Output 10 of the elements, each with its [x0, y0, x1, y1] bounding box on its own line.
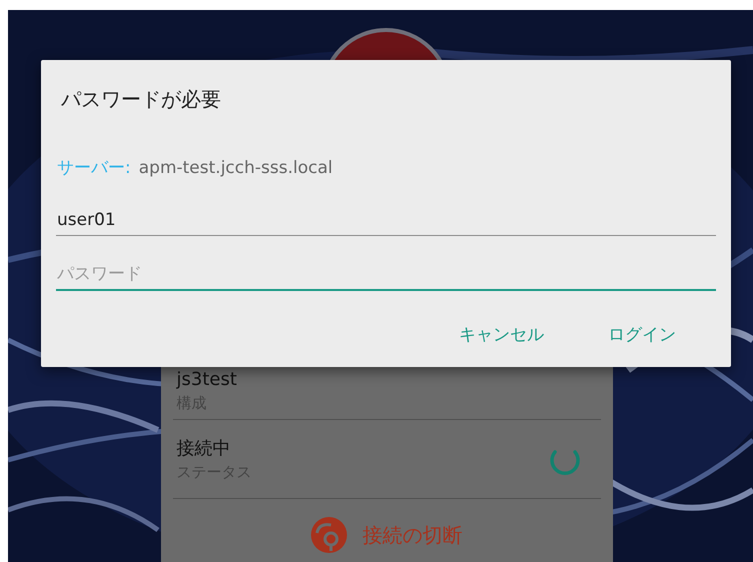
dialog-button[interactable]: キャンセル [455, 315, 548, 354]
row-title: 接続中 [176, 438, 232, 460]
plug-icon [310, 517, 346, 553]
dialog-button[interactable]: ログイン [604, 315, 680, 354]
username-field[interactable]: user01 [56, 204, 716, 236]
row-title: js3test [176, 369, 237, 391]
server-label: サーバー: [57, 157, 131, 180]
dialog-title: パスワードが必要 [60, 86, 222, 112]
server-address: apm-test.jcch-sss.local [138, 157, 333, 180]
password-field[interactable]: パスワード [56, 258, 716, 291]
